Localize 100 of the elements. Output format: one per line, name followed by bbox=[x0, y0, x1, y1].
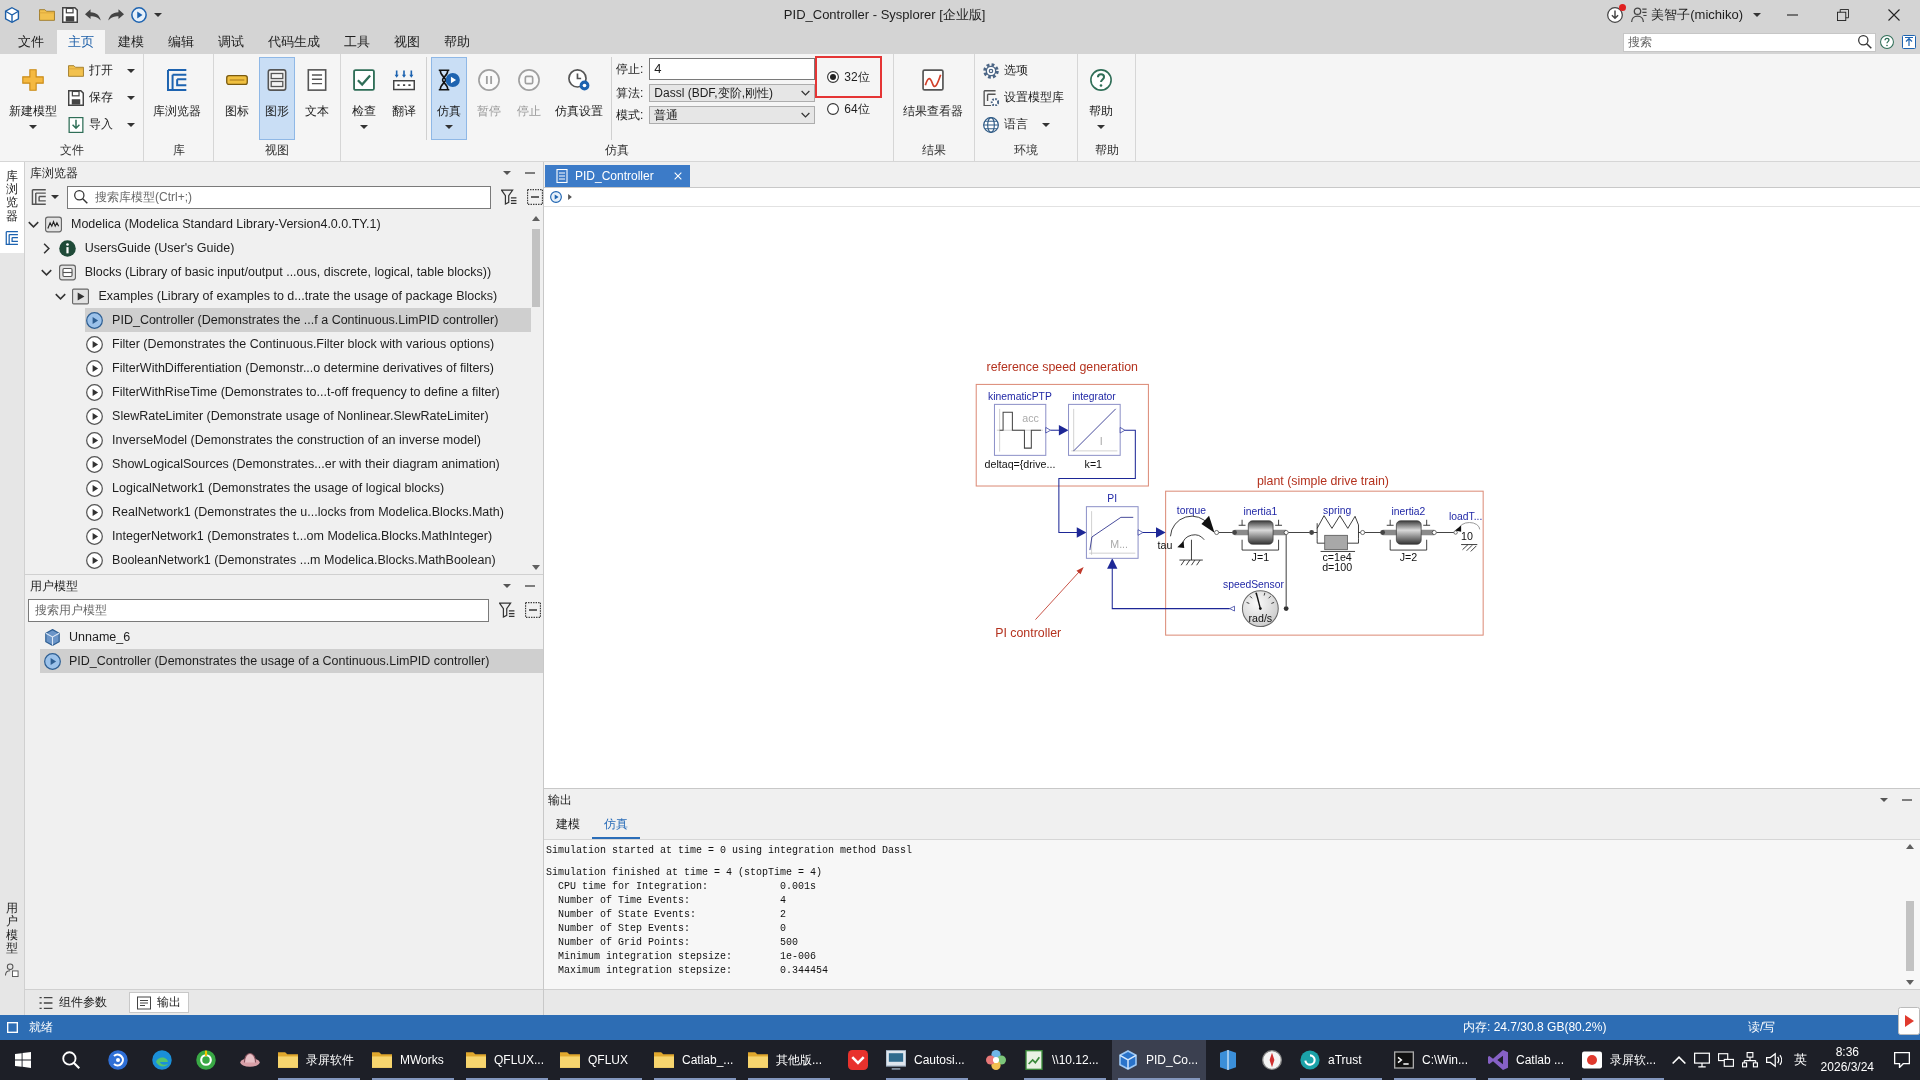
menu-tab[interactable]: 文件 bbox=[7, 30, 55, 54]
scroll-up-icon[interactable] bbox=[1906, 844, 1914, 849]
ribbon-button[interactable]: 选项 bbox=[980, 57, 1067, 84]
user-menu[interactable]: 美智子(michiko) bbox=[1631, 6, 1761, 24]
tree-item[interactable]: RealNetwork1 (Demonstrates the u...locks from Modelica.Blocks.Math) bbox=[85, 500, 531, 524]
ribbon-button[interactable]: 库浏览器 bbox=[149, 57, 205, 140]
dropdown-select[interactable]: 普通 bbox=[649, 106, 816, 124]
ribbon-button[interactable]: 设置模型库 bbox=[980, 84, 1067, 111]
inertia-symbol[interactable] bbox=[1380, 519, 1437, 551]
taskbar-button[interactable]: QFLUX bbox=[554, 1040, 648, 1080]
window-panes-icon[interactable] bbox=[15, 1052, 31, 1068]
taskbar-button[interactable]: C:\Win... bbox=[1388, 1040, 1482, 1080]
torque-symbol[interactable] bbox=[1170, 515, 1219, 566]
tree-item[interactable]: InverseModel (Demonstrates the construction of an inverse model) bbox=[85, 428, 531, 452]
taskbar-button[interactable]: 其他版... bbox=[742, 1040, 836, 1080]
spring-damper-symbol[interactable] bbox=[1309, 515, 1366, 552]
caret-down-icon[interactable] bbox=[1880, 798, 1888, 802]
tree-item[interactable]: ShowLogicalSources (Demonstrates...er with their diagram animation) bbox=[85, 452, 531, 476]
menu-tab[interactable]: 帮助 bbox=[433, 30, 481, 54]
ribbon-button[interactable]: 新建模型 bbox=[5, 57, 61, 140]
ribbon-button[interactable]: 图标 bbox=[219, 57, 255, 140]
tree-item[interactable]: Unname_6 bbox=[40, 625, 543, 649]
pin-icon[interactable] bbox=[1902, 35, 1916, 49]
search-field[interactable]: 搜索库模型(Ctrl+;) bbox=[67, 185, 491, 209]
ribbon-button[interactable]: 仿真设置 bbox=[551, 57, 607, 140]
arrow-tab-icon[interactable] bbox=[1898, 1007, 1920, 1035]
ribbon-button[interactable]: 导入 bbox=[65, 111, 138, 138]
chevron-down-icon[interactable] bbox=[27, 220, 39, 228]
ribbon-button[interactable]: 文本 bbox=[299, 57, 335, 140]
tree-item[interactable]: BooleanNetwork1 (Demonstrates ...m Modelica.Blocks.MathBoolean) bbox=[85, 548, 531, 572]
tree-item[interactable]: IntegerNetwork1 (Demonstrates t...om Modelica.Blocks.MathInteger) bbox=[85, 524, 531, 548]
notification-icon[interactable] bbox=[1894, 1052, 1910, 1068]
nested-frame-icon[interactable] bbox=[31, 189, 47, 205]
menu-tab[interactable]: 建模 bbox=[107, 30, 155, 54]
document-tab[interactable]: PID_Controller bbox=[545, 165, 690, 187]
tree-item[interactable]: Blocks (Library of basic input/output ...ous, discrete, logical, table blocks)) bbox=[57, 260, 531, 284]
tree-item[interactable]: Filter (Demonstrates the Continuous.Filter block with various options) bbox=[85, 332, 531, 356]
menu-tab[interactable]: 调试 bbox=[207, 30, 255, 54]
taskbar-button[interactable]: aTrust bbox=[1294, 1040, 1388, 1080]
close-icon[interactable] bbox=[1888, 9, 1901, 21]
input-method-indicator[interactable]: 英 bbox=[1793, 1051, 1807, 1069]
menu-tab[interactable]: 工具 bbox=[333, 30, 381, 54]
caret-right-icon[interactable] bbox=[568, 194, 572, 200]
screens-icon[interactable] bbox=[1717, 1052, 1734, 1068]
tree-item[interactable]: PID_Controller (Demonstrates the usage of a Continuous.LimPID controller) bbox=[40, 649, 543, 673]
scroll-down-icon[interactable] bbox=[1906, 980, 1914, 985]
taskbar-button[interactable]: 录屏软... bbox=[1576, 1040, 1670, 1080]
search-icon[interactable] bbox=[62, 1051, 80, 1069]
collapse-icon[interactable] bbox=[525, 602, 541, 618]
tree-item[interactable]: FilterWithDifferentiation (Demonstr...o determine derivatives of filters) bbox=[85, 356, 531, 380]
load-torque-symbol[interactable] bbox=[1453, 522, 1481, 552]
clock-time[interactable]: 8:36 bbox=[1835, 1045, 1859, 1060]
panel-tab[interactable]: 组件参数 bbox=[31, 992, 115, 1013]
search-icon[interactable] bbox=[1858, 35, 1872, 49]
ribbon-button[interactable]: 帮助 bbox=[1083, 57, 1119, 140]
ribbon-button[interactable]: 保存 bbox=[65, 84, 138, 111]
tree-item[interactable]: Modelica (Modelica Standard Library-Version4.0.0.TY.1) bbox=[44, 212, 531, 236]
help-icon[interactable] bbox=[1880, 35, 1894, 49]
scrollbar-thumb[interactable] bbox=[532, 229, 540, 307]
ribbon-button[interactable]: 图形 bbox=[259, 57, 295, 140]
taskbar-button[interactable]: PID_Co... bbox=[1112, 1040, 1206, 1080]
tree-item[interactable]: UsersGuide (User's Guide) bbox=[57, 236, 531, 260]
tree-item[interactable]: FilterWithRiseTime (Demonstrates to...t-off frequency to define a filter) bbox=[85, 380, 531, 404]
tree-item[interactable]: Examples (Library of examples to d...trate the usage of package Blocks) bbox=[71, 284, 531, 308]
tree-item[interactable]: SlewRateLimiter (Demonstrate usage of Nonlinear.SlewRateLimiter) bbox=[85, 404, 531, 428]
restore-icon[interactable] bbox=[1837, 9, 1850, 21]
menu-tab[interactable]: 编辑 bbox=[157, 30, 205, 54]
side-tab[interactable]: 用户模型 bbox=[0, 894, 24, 985]
taskbar-button[interactable]: QFLUX... bbox=[460, 1040, 554, 1080]
menu-tab[interactable]: 视图 bbox=[383, 30, 431, 54]
dropdown-select[interactable]: Dassl (BDF,变阶,刚性) bbox=[649, 84, 816, 102]
play-icon[interactable] bbox=[131, 7, 147, 23]
radio-option[interactable]: 64位 bbox=[827, 100, 870, 118]
taskbar-button[interactable]: 录屏软件 bbox=[272, 1040, 366, 1080]
ribbon-button[interactable]: 语言 bbox=[980, 111, 1067, 138]
radio-icon[interactable] bbox=[827, 103, 840, 115]
download-icon[interactable] bbox=[1607, 7, 1624, 23]
ribbon-button[interactable]: 打开 bbox=[65, 57, 138, 84]
scrollbar-thumb[interactable] bbox=[1906, 901, 1914, 971]
caret-down-icon[interactable] bbox=[51, 195, 59, 199]
tree-item[interactable]: PID_Controller (Demonstrates the ...f a Continuous.LimPID controller) bbox=[85, 308, 531, 332]
network-icon[interactable] bbox=[1741, 1052, 1758, 1068]
chevron-up-icon[interactable] bbox=[1671, 1053, 1686, 1067]
side-tab[interactable]: 库浏览器 bbox=[0, 162, 24, 253]
speaker-icon[interactable] bbox=[1765, 1052, 1782, 1068]
collapse-icon[interactable] bbox=[527, 189, 543, 205]
caret-down-icon[interactable] bbox=[503, 584, 511, 588]
ribbon-button[interactable]: 仿真 bbox=[431, 57, 467, 140]
chevron-right-icon[interactable] bbox=[43, 242, 51, 254]
tree-item[interactable]: LogicalNetwork1 (Demonstrates the usage of logical blocks) bbox=[85, 476, 531, 500]
taskbar-button[interactable]: \\10.12... bbox=[1018, 1040, 1112, 1080]
menu-tab[interactable]: 代码生成 bbox=[257, 30, 331, 54]
search-field[interactable]: 搜索 bbox=[1623, 32, 1876, 52]
caret-down-icon[interactable] bbox=[503, 171, 511, 175]
caret-down-icon[interactable] bbox=[154, 13, 162, 17]
ribbon-button[interactable]: 结果查看器 bbox=[899, 57, 967, 140]
filter-icon[interactable] bbox=[499, 602, 515, 618]
filter-icon[interactable] bbox=[501, 189, 517, 205]
save-icon[interactable] bbox=[62, 7, 78, 23]
menu-tab[interactable]: 主页 bbox=[57, 30, 105, 54]
